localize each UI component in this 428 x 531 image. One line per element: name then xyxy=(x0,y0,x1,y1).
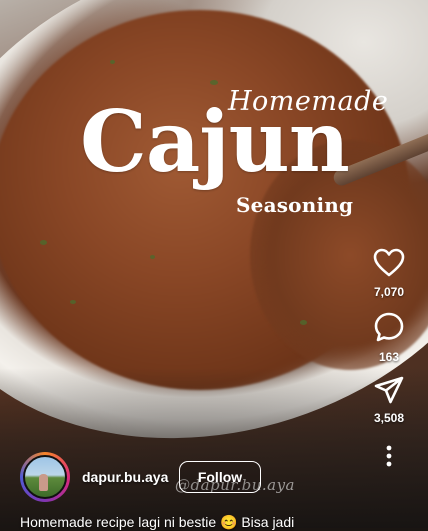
avatar-story-ring[interactable] xyxy=(20,452,70,502)
share-count: 3,508 xyxy=(373,411,405,425)
cloth-shadow xyxy=(0,368,428,528)
caption-text[interactable]: Homemade recipe lagi ni bestie 😊 Bisa ja… xyxy=(20,514,294,531)
herb-speck xyxy=(210,80,218,85)
avatar[interactable] xyxy=(23,455,67,499)
author-bar: dapur.bu.aya xyxy=(20,452,168,502)
share-button[interactable]: 3,508 xyxy=(366,376,412,425)
comment-icon[interactable] xyxy=(373,311,405,343)
action-rail: 7,070 163 3,508 xyxy=(366,248,412,479)
title-sub: Seasoning xyxy=(236,193,354,217)
herb-speck xyxy=(40,240,47,245)
more-options-button[interactable] xyxy=(366,445,412,467)
herb-speck xyxy=(70,300,76,304)
like-button[interactable]: 7,070 xyxy=(366,248,412,299)
more-icon[interactable] xyxy=(385,445,393,467)
title-main: Cajun xyxy=(80,92,350,191)
avatar-person xyxy=(39,474,48,491)
herb-speck xyxy=(150,255,155,259)
like-count: 7,070 xyxy=(373,285,405,299)
share-icon[interactable] xyxy=(374,376,404,404)
username[interactable]: dapur.bu.aya xyxy=(82,469,168,485)
heart-icon[interactable] xyxy=(373,248,405,278)
follow-button[interactable]: Follow xyxy=(179,461,261,493)
comment-button[interactable]: 163 xyxy=(366,311,412,364)
comment-count: 163 xyxy=(378,350,400,364)
herb-speck xyxy=(110,60,115,64)
post-background-photo[interactable] xyxy=(0,0,428,528)
herb-speck xyxy=(300,320,307,325)
